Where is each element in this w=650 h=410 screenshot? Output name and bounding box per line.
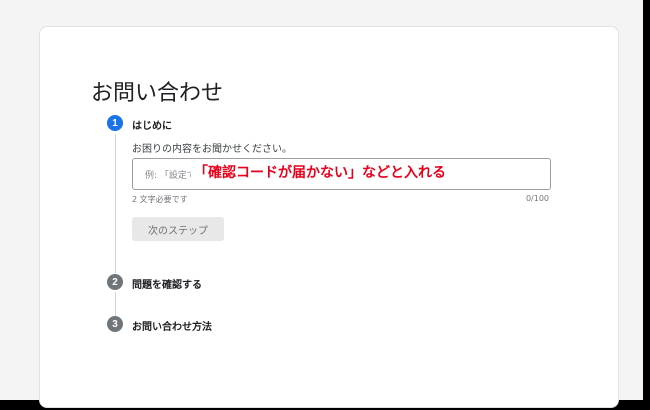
issue-input-placeholder: 例: 「設定で bbox=[145, 171, 196, 181]
step-3-indicator: 3 bbox=[107, 316, 123, 332]
input-helper-text: 2 文字必要です bbox=[132, 195, 188, 204]
step-2-indicator: 2 bbox=[107, 274, 123, 290]
step-connector-1 bbox=[115, 134, 116, 273]
step-3-label[interactable]: お問い合わせ方法 bbox=[132, 318, 212, 333]
question-prompt: お困りの内容をお聞かせください。 bbox=[132, 144, 292, 155]
character-counter: 0/100 bbox=[525, 194, 549, 203]
step-2-label[interactable]: 問題を確認する bbox=[132, 276, 202, 291]
page-title: お問い合わせ bbox=[91, 81, 224, 106]
step-1-indicator: 1 bbox=[107, 115, 123, 131]
step-1-label[interactable]: はじめに bbox=[132, 117, 172, 132]
next-step-button[interactable]: 次のステップ bbox=[132, 217, 224, 241]
annotation-overlay: 「確認コードが届かない」などと入れる bbox=[191, 164, 449, 182]
step-connector-2 bbox=[115, 292, 116, 316]
